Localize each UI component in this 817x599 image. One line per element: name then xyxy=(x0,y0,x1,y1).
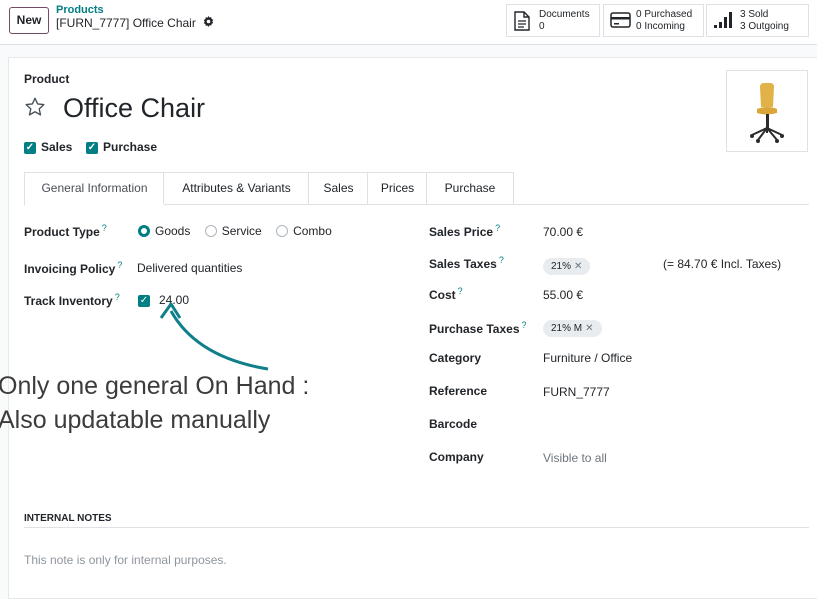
internal-notes-editor[interactable]: This note is only for internal purposes. xyxy=(24,553,227,567)
annotation-text-line1: Only one general On Hand : xyxy=(0,372,310,400)
annotation-arrow xyxy=(159,302,269,371)
internal-notes-title: INTERNAL NOTES xyxy=(24,513,112,524)
divider xyxy=(24,527,809,528)
annotation-text-line2: Also updatable manually xyxy=(0,406,271,434)
